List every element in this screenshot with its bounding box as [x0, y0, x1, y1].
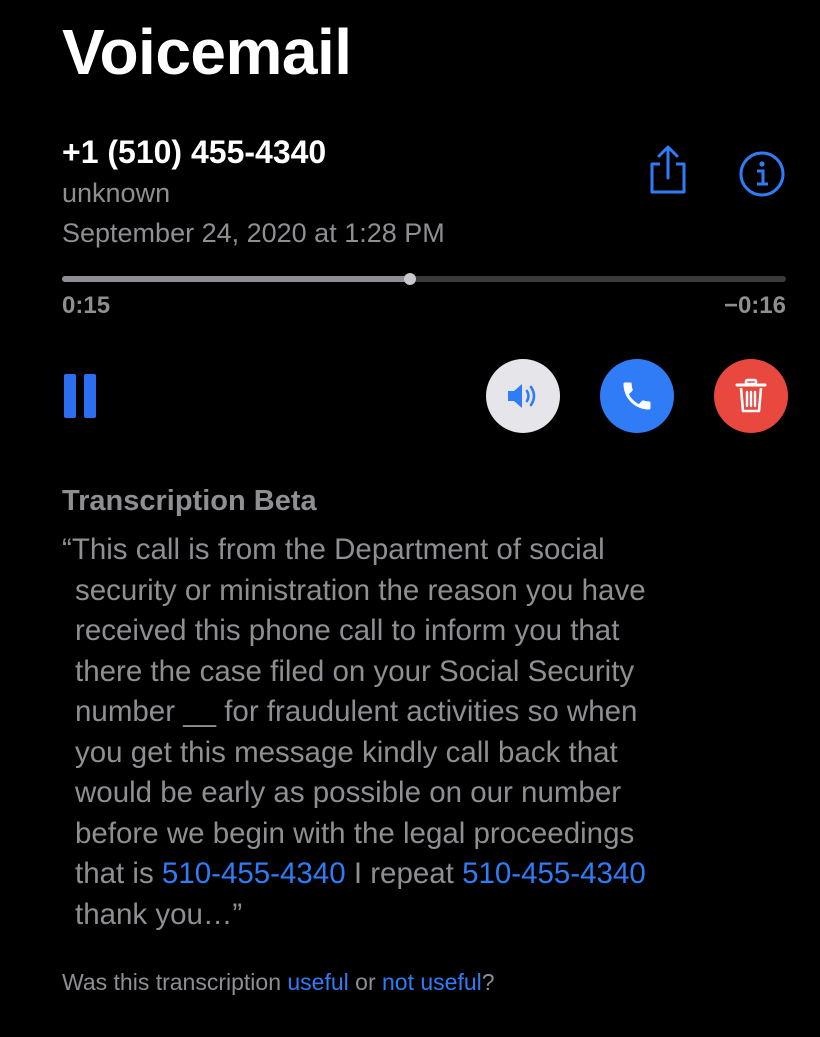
speaker-button[interactable] — [486, 359, 560, 433]
elapsed-time: 0:15 — [62, 292, 111, 319]
page-title: Voicemail — [62, 16, 352, 88]
call-back-button[interactable] — [600, 359, 674, 433]
transcription-feedback: Was this transcription useful or not use… — [62, 967, 495, 997]
not-useful-link[interactable]: not useful — [382, 969, 482, 995]
voicemail-date: September 24, 2020 at 1:28 PM — [62, 218, 445, 248]
transcript-line: before we begin with the legal proceedin… — [75, 816, 635, 850]
transcript-text-segment: I repeat — [345, 857, 463, 890]
phone-number-link[interactable]: 510-455-4340 — [462, 857, 646, 890]
feedback-prefix: Was this transcription — [62, 969, 288, 995]
transcript-line: security or ministration the reason you … — [75, 573, 646, 607]
trash-icon — [735, 378, 767, 413]
transcript-line: there the case filed on your Social Secu… — [75, 654, 635, 688]
remaining-time: −0:16 — [723, 292, 786, 319]
transcription-text: “This call is from the Department of soc… — [62, 530, 792, 935]
useful-link[interactable]: useful — [287, 969, 348, 995]
playback-scrubber[interactable] — [62, 273, 786, 285]
feedback-or: or — [348, 969, 382, 995]
phone-icon — [623, 382, 651, 410]
pause-icon — [62, 374, 102, 418]
delete-button[interactable] — [714, 359, 788, 433]
info-button[interactable] — [738, 150, 786, 198]
transcription-heading: Transcription Beta — [62, 485, 317, 517]
transcript-line: you get this message kindly call back th… — [75, 735, 618, 769]
speaker-icon — [508, 384, 536, 408]
scrubber-handle[interactable] — [403, 273, 416, 285]
phone-number-link[interactable]: 510-455-4340 — [162, 857, 346, 890]
transcript-line: “This call is from the Department of soc… — [62, 533, 605, 566]
feedback-suffix: ? — [481, 969, 495, 995]
transcript-line: thank you…” — [75, 897, 243, 931]
transcript-line: number __ for fraudulent activities so w… — [75, 695, 638, 728]
transcript-line: received this phone call to inform you t… — [75, 614, 620, 647]
share-button[interactable] — [642, 144, 694, 196]
transcript-text-segment: that is — [75, 857, 162, 890]
caller-label: unknown — [62, 178, 171, 208]
share-icon — [650, 145, 686, 194]
info-icon — [739, 151, 785, 197]
transcript-line: would be early as possible on our number — [75, 776, 622, 809]
caller-number: +1 (510) 455-4340 — [62, 134, 327, 170]
scrubber-progress — [62, 276, 410, 282]
transcript-line: that is 510-455-4340 I repeat 510-455-43… — [62, 854, 792, 895]
pause-button[interactable] — [62, 374, 102, 418]
